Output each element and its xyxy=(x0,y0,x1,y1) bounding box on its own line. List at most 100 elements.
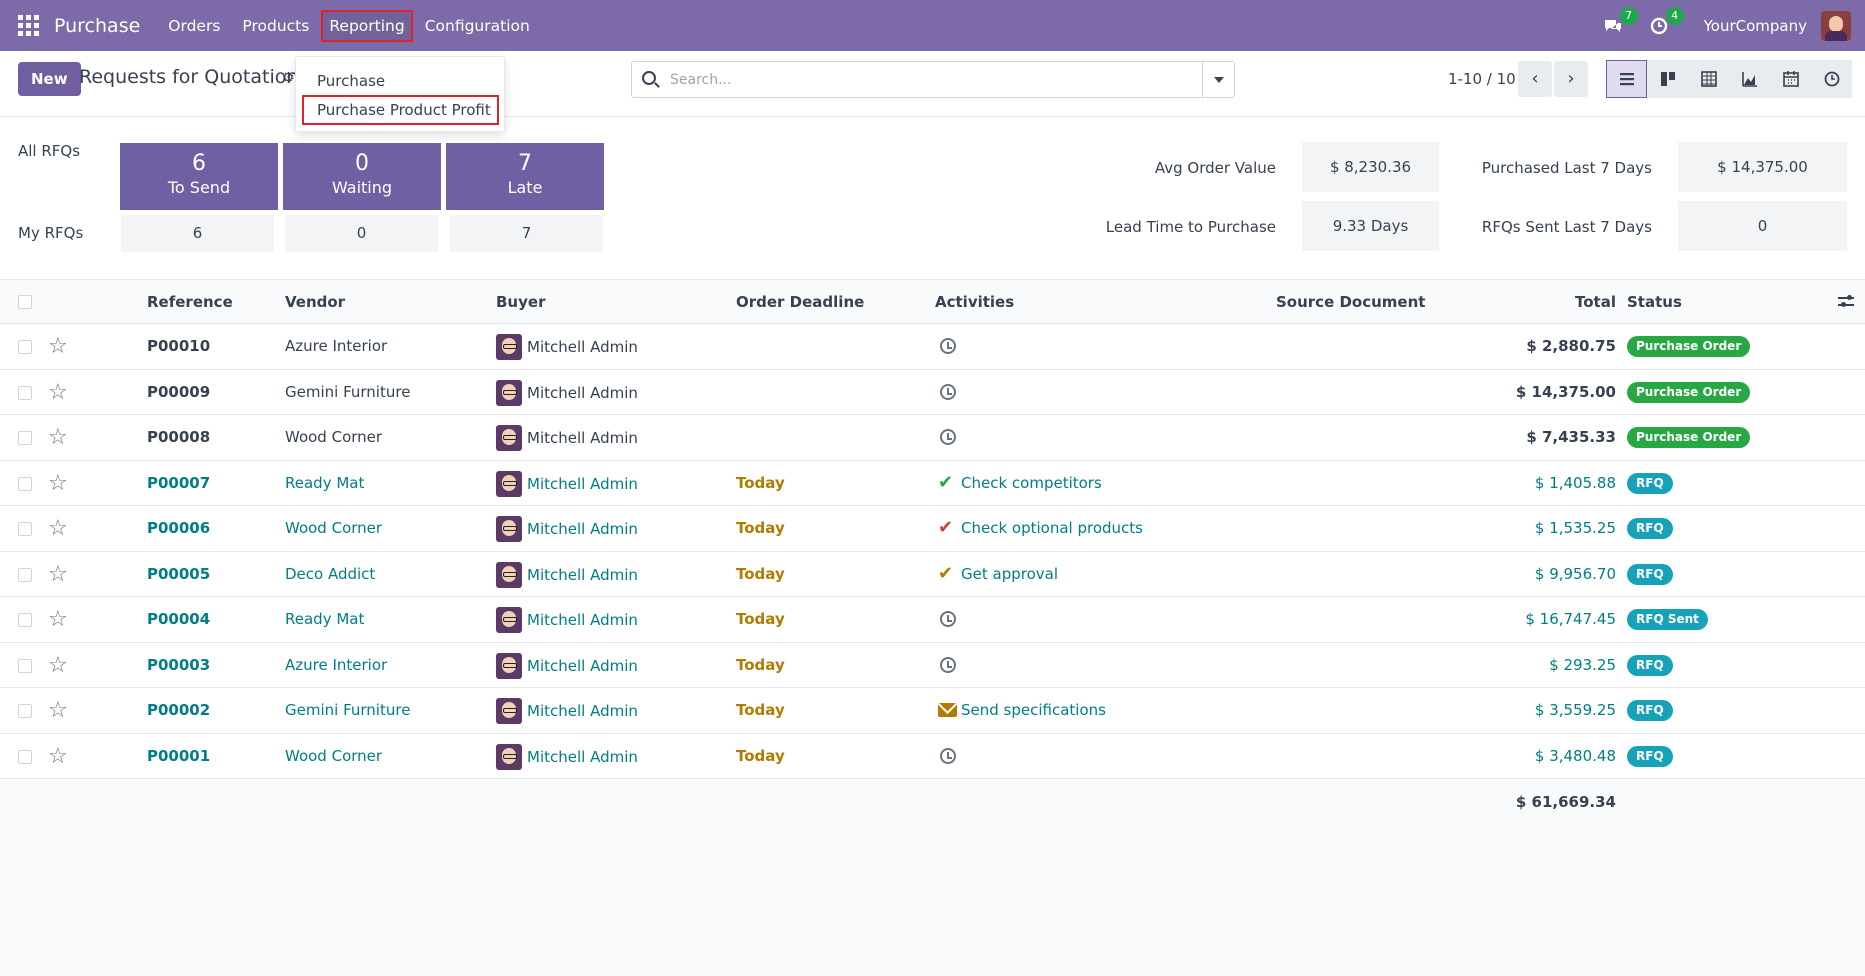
check-icon[interactable]: ✔ xyxy=(938,472,953,493)
cell-buyer[interactable]: Mitchell Admin xyxy=(527,611,638,629)
cell-buyer[interactable]: Mitchell Admin xyxy=(527,429,638,447)
select-all-checkbox[interactable] xyxy=(18,295,32,309)
table-row[interactable]: ☆ P00004 Ready Mat Mitchell Admin Today $ 16,… xyxy=(0,597,1865,643)
cell-buyer[interactable]: Mitchell Admin xyxy=(527,384,638,402)
cell-reference[interactable]: P00001 xyxy=(147,747,210,765)
row-checkbox[interactable] xyxy=(18,522,32,536)
cell-vendor[interactable]: Ready Mat xyxy=(285,610,364,628)
star-icon[interactable]: ☆ xyxy=(48,653,68,678)
menu-orders[interactable]: Orders xyxy=(158,10,230,42)
star-icon[interactable]: ☆ xyxy=(48,607,68,632)
optional-columns-icon[interactable] xyxy=(1838,295,1854,309)
table-row[interactable]: ☆ P00006 Wood Corner Mitchell Admin Today ✔ Ch… xyxy=(0,506,1865,552)
cell-vendor[interactable]: Wood Corner xyxy=(285,428,382,446)
pager-previous-button[interactable]: ‹ xyxy=(1518,61,1552,97)
check-icon[interactable]: ✔ xyxy=(938,517,953,538)
new-button[interactable]: New xyxy=(18,62,81,96)
chat-icon[interactable]: 7 xyxy=(1600,6,1638,39)
row-checkbox[interactable] xyxy=(18,658,32,673)
card-late[interactable]: 7 Late xyxy=(446,143,604,210)
activity-summary[interactable]: Check competitors xyxy=(961,474,1102,492)
cell-vendor[interactable]: Wood Corner xyxy=(285,747,382,765)
table-row[interactable]: ☆ P00008 Wood Corner Mitchell Admin $ 7,435.… xyxy=(0,415,1865,461)
cell-vendor[interactable]: Azure Interior xyxy=(285,337,387,355)
row-checkbox[interactable] xyxy=(18,704,32,718)
my-late-count[interactable]: 7 xyxy=(450,215,603,252)
cell-vendor[interactable]: Gemini Furniture xyxy=(285,383,410,401)
card-waiting[interactable]: 0 Waiting xyxy=(283,143,441,210)
envelope-icon[interactable] xyxy=(938,703,957,717)
card-to-send[interactable]: 6 To Send xyxy=(120,143,278,210)
col-order-deadline[interactable]: Order Deadline xyxy=(736,293,864,311)
cell-reference[interactable]: P00010 xyxy=(147,337,210,355)
check-icon[interactable]: ✔ xyxy=(938,563,953,584)
menu-reporting[interactable]: Reporting xyxy=(321,9,413,42)
dropdown-item-purchase-product-profit[interactable]: Purchase Product Profit xyxy=(302,95,499,125)
activity-summary[interactable]: Check optional products xyxy=(961,519,1143,537)
cell-buyer[interactable]: Mitchell Admin xyxy=(527,520,638,538)
activity-clock-icon[interactable] xyxy=(940,611,956,627)
row-checkbox[interactable] xyxy=(18,567,32,582)
activity-summary[interactable]: Send specifications xyxy=(961,701,1106,719)
cell-vendor[interactable]: Ready Mat xyxy=(285,474,364,492)
graph-view-button[interactable] xyxy=(1729,60,1770,98)
col-buyer[interactable]: Buyer xyxy=(496,293,545,311)
col-vendor[interactable]: Vendor xyxy=(285,293,345,311)
table-row[interactable]: ☆ P00001 Wood Corner Mitchell Admin Today $ 3… xyxy=(0,733,1865,779)
list-view-button[interactable] xyxy=(1606,60,1647,98)
pivot-view-button[interactable] xyxy=(1688,60,1729,98)
calendar-view-button[interactable] xyxy=(1770,60,1811,98)
cell-buyer[interactable]: Mitchell Admin xyxy=(527,338,638,356)
search-options-toggle[interactable] xyxy=(1202,62,1234,97)
pager-next-button[interactable]: › xyxy=(1554,61,1588,97)
kanban-view-button[interactable] xyxy=(1647,60,1688,98)
cell-vendor[interactable]: Azure Interior xyxy=(285,656,387,674)
row-checkbox[interactable] xyxy=(18,613,32,627)
activity-summary[interactable]: Get approval xyxy=(961,565,1058,583)
row-checkbox[interactable] xyxy=(18,476,32,491)
row-checkbox[interactable] xyxy=(18,431,32,445)
menu-configuration[interactable]: Configuration xyxy=(415,10,540,42)
col-activities[interactable]: Activities xyxy=(935,293,1014,311)
star-icon[interactable]: ☆ xyxy=(48,562,68,587)
table-row[interactable]: ☆ P00009 Gemini Furniture Mitchell Admin $ 1… xyxy=(0,369,1865,415)
col-status[interactable]: Status xyxy=(1627,293,1682,311)
search-input[interactable] xyxy=(670,67,1170,93)
star-icon[interactable]: ☆ xyxy=(48,334,68,359)
cell-buyer[interactable]: Mitchell Admin xyxy=(527,566,638,584)
cell-buyer[interactable]: Mitchell Admin xyxy=(527,702,638,720)
cell-reference[interactable]: P00007 xyxy=(147,474,210,492)
activity-clock-icon[interactable] xyxy=(940,338,956,354)
table-row[interactable]: ☆ P00005 Deco Addict Mitchell Admin Today ✔ Ge… xyxy=(0,551,1865,597)
app-name[interactable]: Purchase xyxy=(54,15,140,37)
cell-reference[interactable]: P00005 xyxy=(147,565,210,583)
cell-reference[interactable]: P00009 xyxy=(147,383,210,401)
activity-clock-icon[interactable]: 4 xyxy=(1646,6,1684,39)
activity-clock-icon[interactable] xyxy=(940,656,956,673)
pager-value[interactable]: 1-10 / 10 xyxy=(1448,70,1516,88)
cell-reference[interactable]: P00006 xyxy=(147,519,210,537)
star-icon[interactable]: ☆ xyxy=(48,516,68,541)
activity-clock-icon[interactable] xyxy=(940,747,956,764)
cell-buyer[interactable]: Mitchell Admin xyxy=(527,748,638,766)
cell-reference[interactable]: P00004 xyxy=(147,610,210,628)
activity-view-button[interactable] xyxy=(1811,60,1852,98)
star-icon[interactable]: ☆ xyxy=(48,744,68,769)
cell-reference[interactable]: P00002 xyxy=(147,701,210,719)
star-icon[interactable]: ☆ xyxy=(48,425,68,450)
cell-buyer[interactable]: Mitchell Admin xyxy=(527,475,638,493)
activity-clock-icon[interactable] xyxy=(940,429,956,445)
star-icon[interactable]: ☆ xyxy=(48,471,68,496)
col-total[interactable]: Total xyxy=(1575,293,1616,311)
table-row[interactable]: ☆ P00002 Gemini Furniture Mitchell Admin Tod… xyxy=(0,688,1865,734)
apps-grid-icon[interactable] xyxy=(18,14,40,37)
table-row[interactable]: ☆ P00003 Azure Interior Mitchell Admin Today… xyxy=(0,642,1865,688)
row-checkbox[interactable] xyxy=(18,385,32,400)
user-avatar[interactable] xyxy=(1821,10,1851,41)
table-row[interactable]: ☆ P00007 Ready Mat Mitchell Admin Today ✔ Chec… xyxy=(0,460,1865,506)
cell-vendor[interactable]: Wood Corner xyxy=(285,519,382,537)
company-switcher[interactable]: YourCompany xyxy=(1704,17,1807,35)
cell-buyer[interactable]: Mitchell Admin xyxy=(527,657,638,675)
dropdown-item-purchase[interactable]: Purchase xyxy=(317,72,385,90)
my-waiting-count[interactable]: 0 xyxy=(285,215,438,252)
